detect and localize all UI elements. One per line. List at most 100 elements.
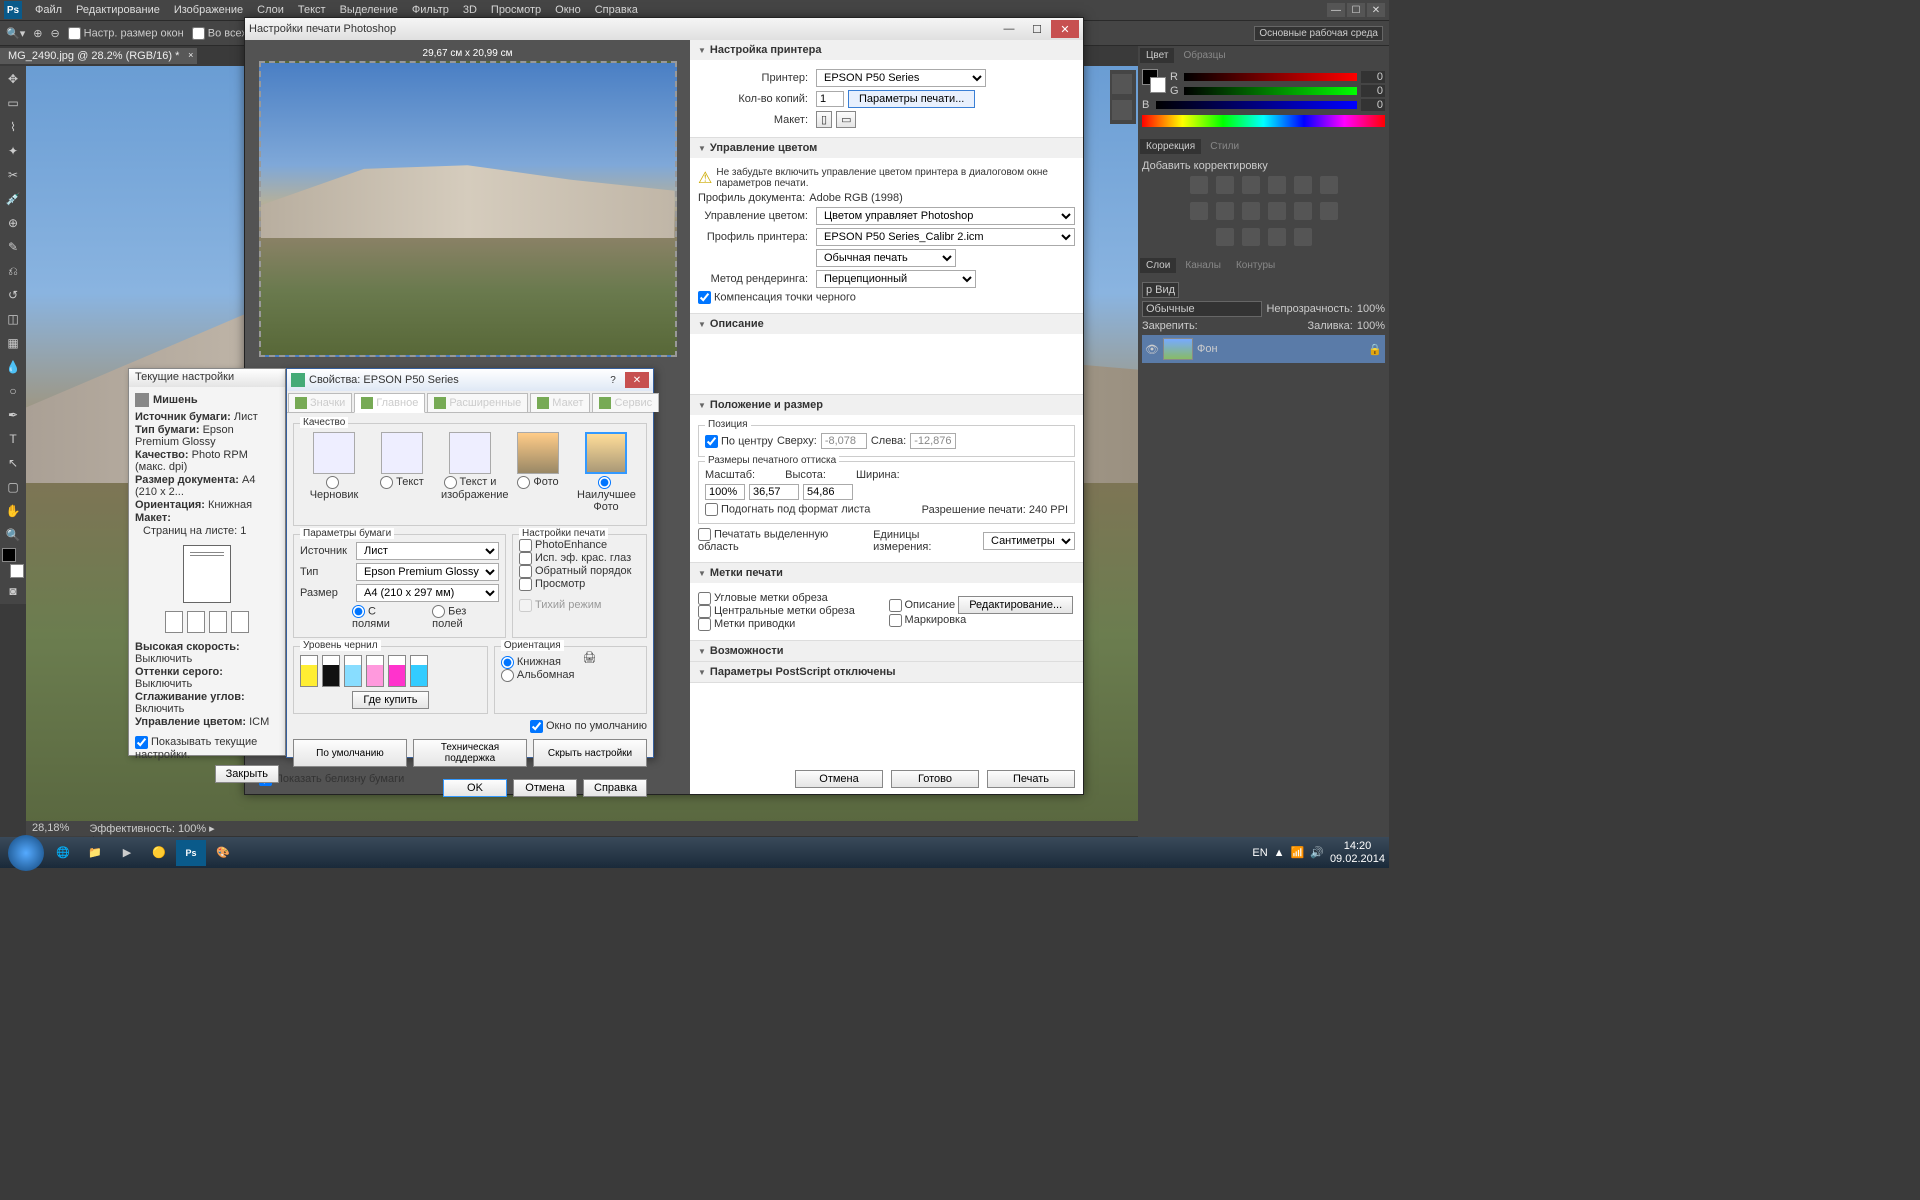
- width-input[interactable]: [803, 484, 853, 500]
- taskbar-explorer[interactable]: 📁: [80, 840, 110, 866]
- tray-volume-icon[interactable]: 🔊: [1310, 846, 1324, 859]
- taskbar-media[interactable]: ▶: [112, 840, 142, 866]
- print-dialog-titlebar[interactable]: Настройки печати Photoshop —☐✕: [245, 18, 1083, 40]
- zoom-level[interactable]: 28,18%: [32, 822, 69, 836]
- defaults-button[interactable]: По умолчанию: [293, 739, 407, 767]
- taskbar-photoshop[interactable]: Ps: [176, 840, 206, 866]
- adj-icon[interactable]: [1294, 176, 1312, 194]
- units-select[interactable]: Сантиметры: [983, 532, 1075, 550]
- layer-filter[interactable]: р Вид: [1142, 282, 1179, 298]
- landscape-radio[interactable]: Альбомная: [501, 669, 575, 681]
- print-params-button[interactable]: Параметры печати...: [848, 90, 975, 108]
- menu-edit[interactable]: Редактирование: [76, 4, 160, 16]
- layer-thumb[interactable]: [1163, 338, 1193, 360]
- taskbar-ie[interactable]: 🌐: [48, 840, 78, 866]
- support-button[interactable]: Техническая поддержка: [413, 739, 527, 767]
- redeye-cb[interactable]: Исп. эф. крас. глаз: [519, 552, 631, 564]
- menu-view[interactable]: Просмотр: [491, 4, 541, 16]
- menu-layer[interactable]: Слои: [257, 4, 284, 16]
- blur-tool[interactable]: 💧: [2, 356, 24, 378]
- print-marks-header[interactable]: Метки печати: [690, 563, 1083, 583]
- zoom-in-icon[interactable]: ⊕: [33, 27, 42, 40]
- taskbar-chrome[interactable]: 🟡: [144, 840, 174, 866]
- app-close[interactable]: ✕: [1367, 3, 1385, 17]
- quality-photo[interactable]: Фото: [509, 432, 567, 513]
- layout-icon[interactable]: [209, 611, 227, 633]
- default-window-cb[interactable]: Окно по умолчанию: [530, 720, 647, 732]
- eyedropper-tool[interactable]: 💉: [2, 188, 24, 210]
- menu-select[interactable]: Выделение: [340, 4, 398, 16]
- layers-panel-tab[interactable]: Слои: [1140, 258, 1176, 273]
- adj-icon[interactable]: [1216, 176, 1234, 194]
- print-selection-checkbox[interactable]: Печатать выделенную область: [698, 528, 869, 553]
- adj-icon[interactable]: [1190, 176, 1208, 194]
- adj-icon[interactable]: [1242, 202, 1260, 220]
- adjustments-panel-tab[interactable]: Коррекция: [1140, 139, 1201, 154]
- margins-radio[interactable]: С полями: [352, 605, 416, 630]
- label-cb[interactable]: Маркировка: [889, 614, 967, 626]
- menu-type[interactable]: Текст: [298, 4, 326, 16]
- tab-icons[interactable]: Значки: [288, 393, 352, 412]
- document-tab[interactable]: MG_2490.jpg @ 28.2% (RGB/16) *×: [0, 48, 197, 64]
- adj-icon[interactable]: [1294, 202, 1312, 220]
- print-button[interactable]: Печать: [987, 770, 1075, 788]
- app-minimize[interactable]: —: [1327, 3, 1345, 17]
- tray-network-icon[interactable]: 📶: [1291, 846, 1305, 859]
- adj-icon[interactable]: [1268, 228, 1286, 246]
- corner-marks-cb[interactable]: Угловые метки обреза: [698, 592, 828, 604]
- close-settings-button[interactable]: Закрыть: [215, 765, 279, 783]
- center-checkbox[interactable]: По центру: [705, 435, 773, 448]
- adj-icon[interactable]: [1320, 202, 1338, 220]
- b-slider[interactable]: [1156, 101, 1357, 109]
- adj-icon[interactable]: [1242, 176, 1260, 194]
- print-mode-select[interactable]: Обычная печать: [816, 249, 956, 267]
- fit-media-checkbox[interactable]: Подогнать под формат листа: [705, 503, 870, 516]
- adj-icon[interactable]: [1216, 202, 1234, 220]
- reg-marks-cb[interactable]: Метки приводки: [698, 618, 795, 630]
- tab-service[interactable]: Сервис: [592, 393, 659, 412]
- marquee-tool[interactable]: ▭: [2, 92, 24, 114]
- menu-image[interactable]: Изображение: [174, 4, 243, 16]
- quickmask-tool[interactable]: ◙: [2, 580, 24, 602]
- paper-size-select[interactable]: A4 (210 x 297 мм): [356, 584, 499, 602]
- dialog-min[interactable]: —: [995, 20, 1023, 38]
- quiet-cb[interactable]: Тихий режим: [519, 599, 601, 611]
- epson-help-button[interactable]: Справка: [583, 779, 647, 797]
- description-header[interactable]: Описание: [690, 314, 1083, 334]
- fit-window-checkbox[interactable]: Настр. размер окон: [68, 27, 184, 40]
- paths-panel-tab[interactable]: Контуры: [1230, 258, 1281, 273]
- photoenhance-cb[interactable]: PhotoEnhance: [519, 539, 607, 551]
- paper-type-select[interactable]: Epson Premium Glossy: [356, 563, 499, 581]
- done-button[interactable]: Готово: [891, 770, 979, 788]
- app-maximize[interactable]: ☐: [1347, 3, 1365, 17]
- stamp-tool[interactable]: ⎌: [2, 260, 24, 282]
- printer-profile-select[interactable]: EPSON P50 Series_Calibr 2.icm: [816, 228, 1075, 246]
- move-tool[interactable]: ✥: [2, 68, 24, 90]
- tray-lang[interactable]: EN: [1252, 847, 1267, 859]
- printer-setup-header[interactable]: Настройка принтера: [690, 40, 1083, 60]
- adj-icon[interactable]: [1216, 228, 1234, 246]
- dodge-tool[interactable]: ○: [2, 380, 24, 402]
- center-marks-cb[interactable]: Центральные метки обреза: [698, 605, 855, 617]
- zoom-tool[interactable]: 🔍: [2, 524, 24, 546]
- menu-file[interactable]: Файл: [35, 4, 62, 16]
- gradient-tool[interactable]: ▦: [2, 332, 24, 354]
- color-mgmt-header[interactable]: Управление цветом: [690, 138, 1083, 158]
- postscript-header[interactable]: Параметры PostScript отключены: [690, 662, 1083, 682]
- visibility-icon[interactable]: 👁: [1145, 343, 1159, 356]
- rendering-intent-select[interactable]: Перцепционный: [816, 270, 976, 288]
- tab-advanced[interactable]: Расширенные: [427, 393, 528, 412]
- layout-icon[interactable]: [231, 611, 249, 633]
- tab-layout[interactable]: Макет: [530, 393, 590, 412]
- g-slider[interactable]: [1184, 87, 1357, 95]
- color-swatches[interactable]: [2, 548, 24, 578]
- styles-panel-tab[interactable]: Стили: [1204, 139, 1245, 154]
- hand-tool[interactable]: ✋: [2, 500, 24, 522]
- heal-tool[interactable]: ⊕: [2, 212, 24, 234]
- menu-filter[interactable]: Фильтр: [412, 4, 449, 16]
- reverse-cb[interactable]: Обратный порядок: [519, 565, 631, 577]
- quality-textimage[interactable]: Текст и изображение: [441, 432, 499, 513]
- zoom-out-icon[interactable]: ⊖: [50, 27, 59, 40]
- dialog-max[interactable]: ☐: [1023, 20, 1051, 38]
- orientation-landscape[interactable]: ▭: [836, 111, 856, 128]
